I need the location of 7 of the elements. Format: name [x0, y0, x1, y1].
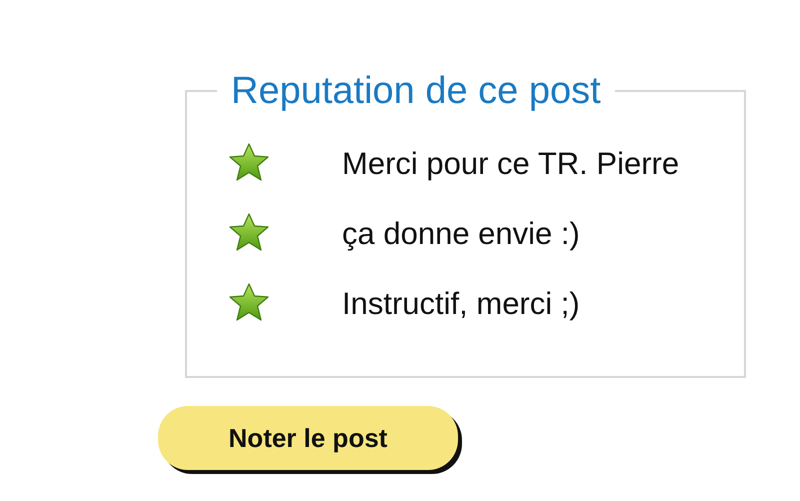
star-icon [229, 213, 269, 251]
star-icon [229, 143, 269, 181]
star-icon [229, 283, 269, 321]
comment-text: Instructif, merci ;) [342, 285, 580, 323]
comment-text: Merci pour ce TR. Pierre [342, 145, 680, 183]
rate-button[interactable]: Noter le post [158, 406, 458, 470]
comment-text: ça donne envie :) [342, 215, 580, 253]
